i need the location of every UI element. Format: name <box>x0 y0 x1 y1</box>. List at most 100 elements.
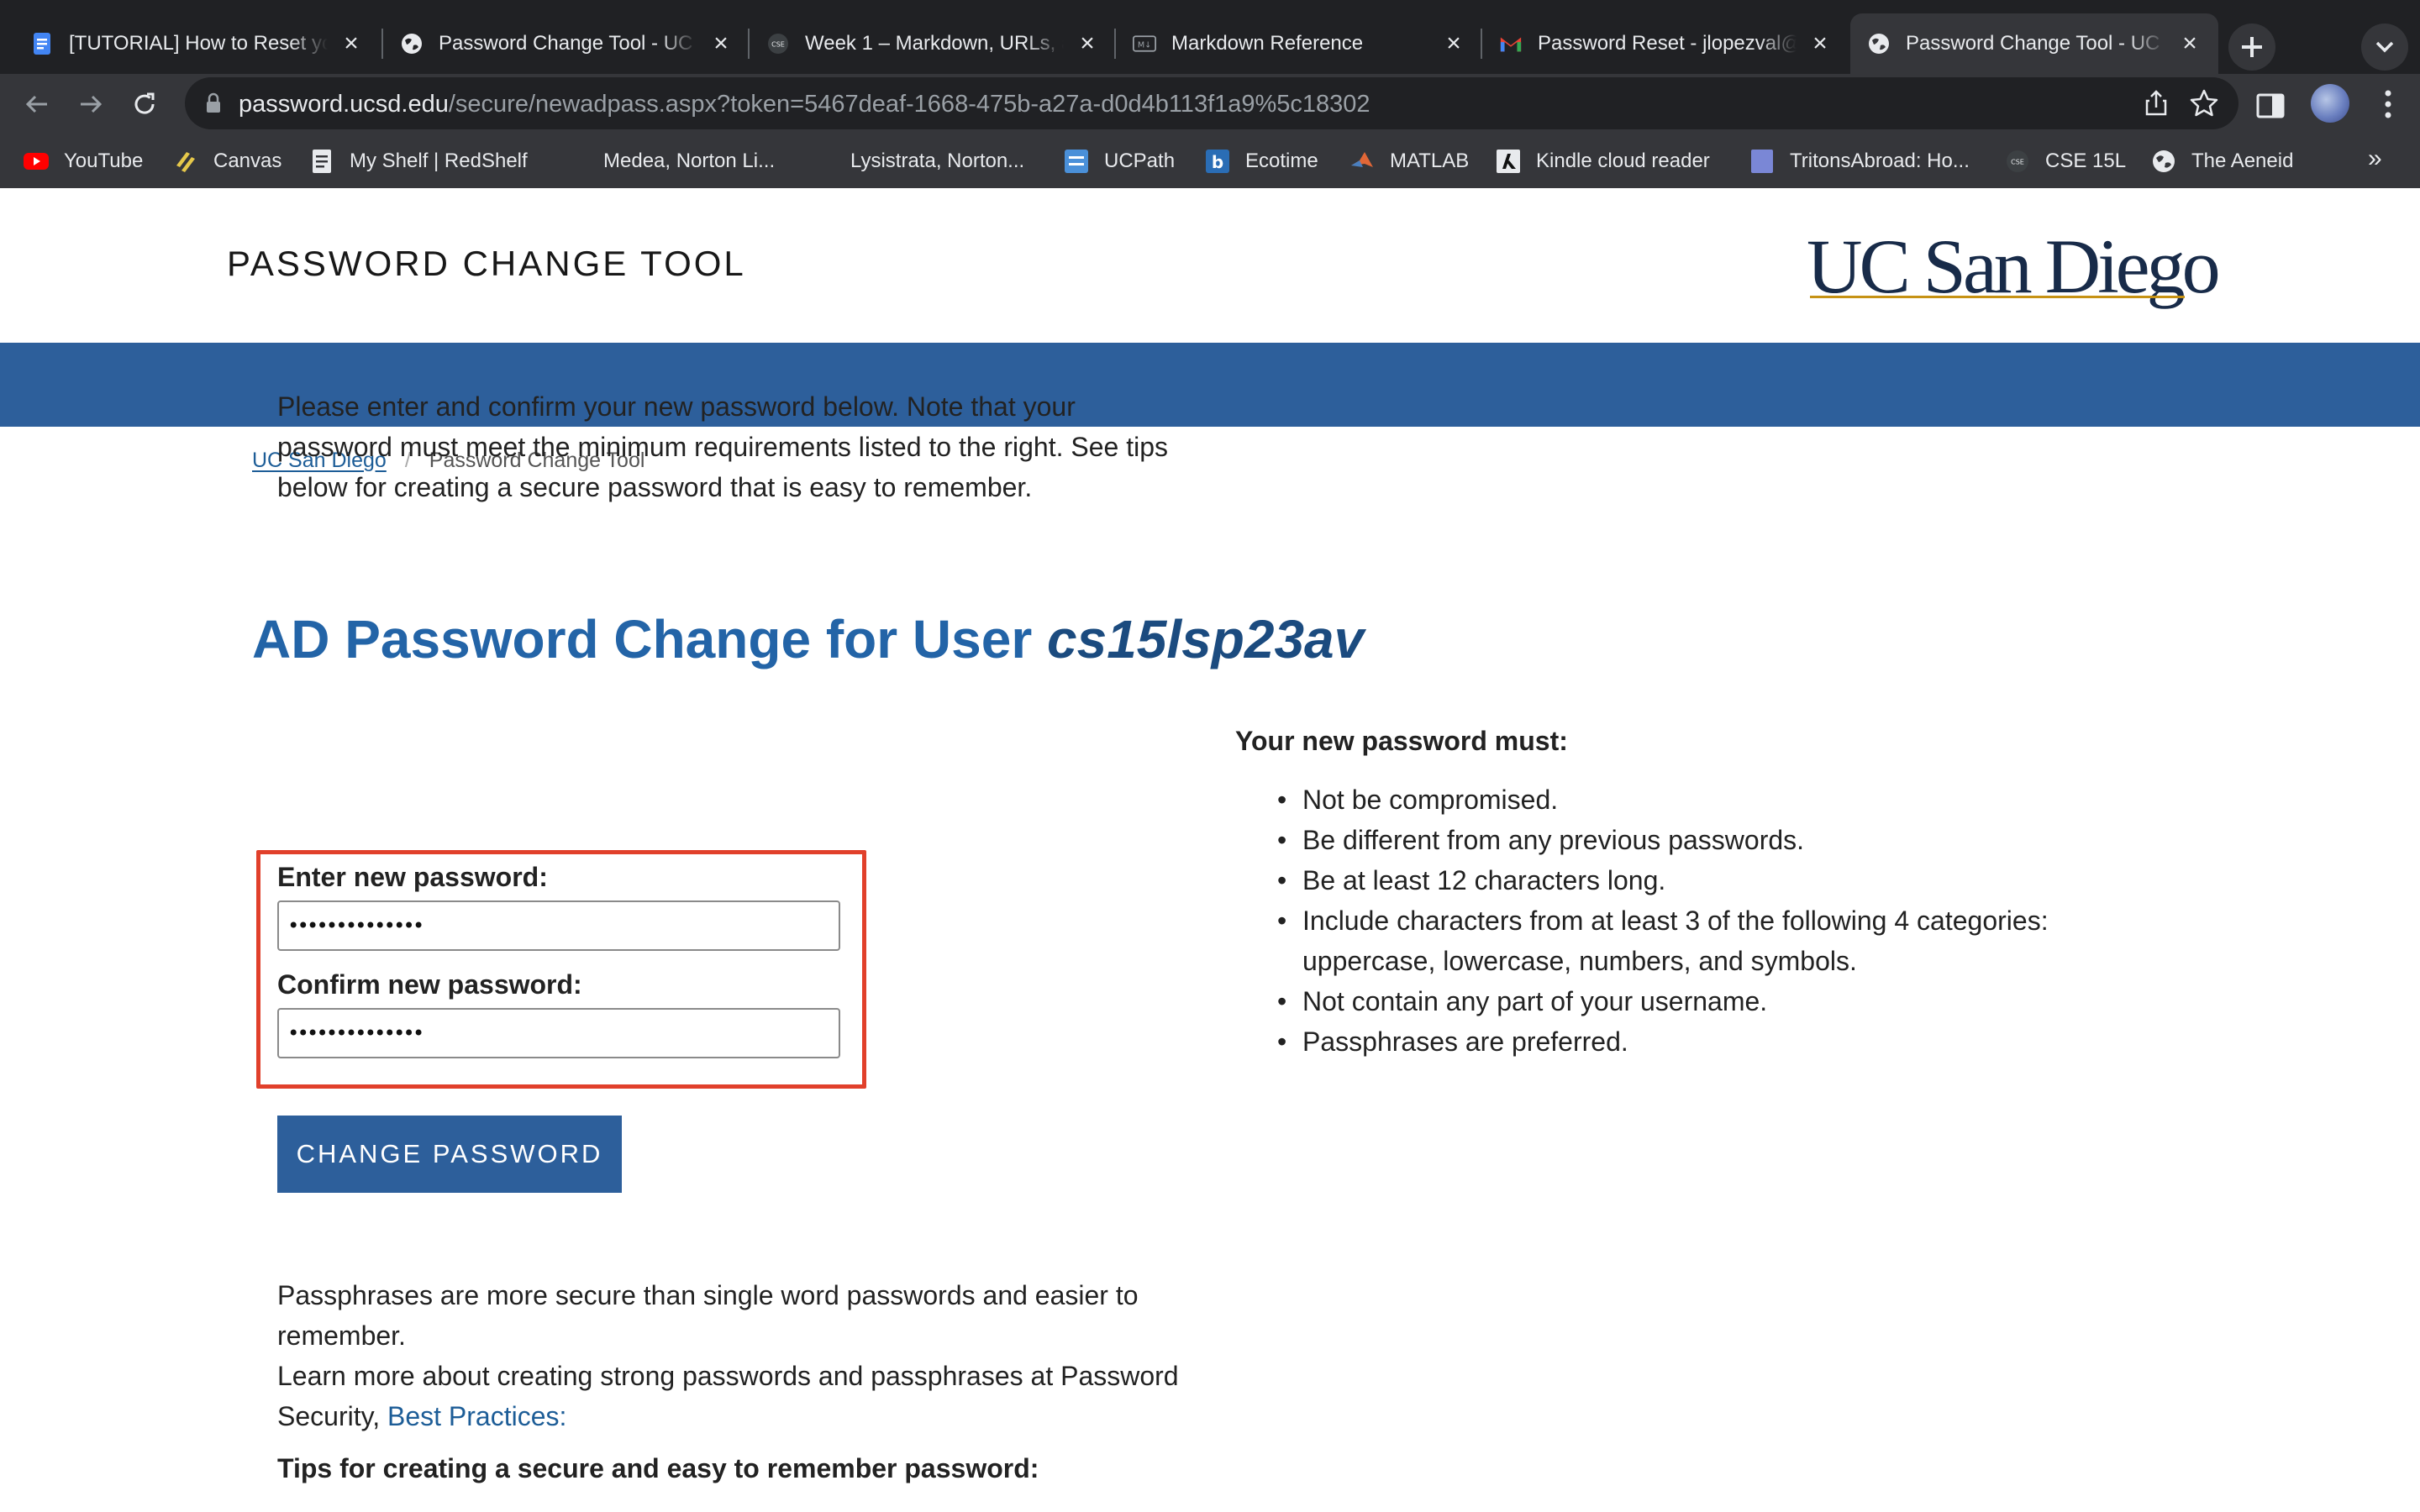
redshelf-icon <box>309 149 334 174</box>
confirm-password-input[interactable] <box>277 1008 840 1058</box>
markdown-icon: M↓ <box>1133 32 1156 55</box>
passphrase-info: Passphrases are more secure than single … <box>277 1275 1202 1436</box>
tab-password-change-tool[interactable]: Password Change Tool - UC San Diego × <box>383 13 750 74</box>
reload-button[interactable] <box>121 81 168 128</box>
intro-text: Please enter and confirm your new passwo… <box>277 391 1168 502</box>
tab-gmail-password-reset[interactable]: Password Reset - jlopezval@ucsd.edu × <box>1482 13 1849 74</box>
bookmark-youtube[interactable]: YouTube <box>24 144 143 178</box>
bookmark-ecotime[interactable]: b Ecotime <box>1205 144 1318 178</box>
back-button[interactable] <box>13 81 60 128</box>
forward-button[interactable] <box>67 81 114 128</box>
bookmark-label: My Shelf | RedShelf <box>350 150 528 172</box>
bookmark-label: TritonsAbroad: Ho... <box>1790 150 1970 172</box>
tab-title: Password Change Tool - UC San Diego <box>1906 32 2166 55</box>
close-icon[interactable]: × <box>2178 31 2202 56</box>
requirement-item: Be different from any previous passwords… <box>1235 820 2126 860</box>
ecotime-icon: b <box>1205 149 1230 174</box>
tab-title: Week 1 – Markdown, URLs, and the Web <box>805 32 1064 55</box>
svg-text:b: b <box>1212 152 1223 172</box>
svg-text:M↓: M↓ <box>1138 40 1151 50</box>
tab-strip: [TUTORIAL] How to Reset your Password × … <box>0 0 2420 74</box>
tab-title: [TUTORIAL] How to Reset your Password <box>69 32 328 55</box>
lock-icon[interactable] <box>202 92 225 115</box>
cse-icon: CSE <box>766 32 790 55</box>
blank-favicon-icon <box>810 149 835 174</box>
bookmark-kindle[interactable]: Kindle cloud reader <box>1496 144 1710 178</box>
tips-heading: Tips for creating a secure and easy to r… <box>277 1453 1039 1483</box>
globe-icon <box>2151 149 2176 174</box>
bookmark-ucpath[interactable]: UCPath <box>1064 144 1175 178</box>
tab-week1-markdown[interactable]: CSE Week 1 – Markdown, URLs, and the Web… <box>750 13 1116 74</box>
star-icon[interactable] <box>2188 87 2220 119</box>
browser-toolbar: password.ucsd.edu/secure/newadpass.aspx?… <box>0 74 2420 133</box>
close-icon[interactable]: × <box>1442 31 1465 56</box>
profile-avatar[interactable] <box>2311 84 2349 123</box>
bookmark-cse15l[interactable]: CSE CSE 15L <box>2005 144 2126 178</box>
bookmark-label: The Aeneid <box>2191 150 2294 172</box>
tab-title: Markdown Reference <box>1171 32 1364 55</box>
url-text[interactable]: password.ucsd.edu/secure/newadpass.aspx?… <box>239 91 1370 118</box>
bookmark-label: YouTube <box>64 150 144 172</box>
bookmark-redshelf[interactable]: My Shelf | RedShelf <box>309 144 528 178</box>
tab-markdown-reference[interactable]: M↓ Markdown Reference × <box>1116 13 1482 74</box>
globe-icon <box>400 32 424 55</box>
change-password-button[interactable]: CHANGE PASSWORD <box>277 1116 622 1193</box>
web-page: PASSWORD CHANGE TOOL UC San Diego UC San… <box>0 188 2420 1512</box>
passphrase-text: Passphrases are more secure than single … <box>277 1280 1139 1351</box>
tab-search-button[interactable] <box>2361 24 2408 71</box>
tab-password-change-tool-active[interactable]: Password Change Tool - UC San Diego × <box>1850 13 2218 74</box>
google-docs-icon <box>30 32 54 55</box>
kebab-menu-icon[interactable] <box>2371 86 2405 123</box>
svg-text:CSE: CSE <box>771 41 785 49</box>
cse-icon: CSE <box>2005 149 2030 174</box>
bookmark-medea[interactable]: Medea, Norton Li... <box>563 144 775 178</box>
site-title[interactable]: PASSWORD CHANGE TOOL <box>227 244 746 284</box>
ucpath-icon <box>1064 149 1089 174</box>
bookmark-label: Canvas <box>213 150 282 172</box>
bookmark-tritonsabroad[interactable]: TritonsAbroad: Ho... <box>1749 144 1970 178</box>
page-title: AD Password Change for User cs15lsp23av <box>252 608 1364 670</box>
svg-text:CSE: CSE <box>2011 159 2024 166</box>
close-icon[interactable]: × <box>1076 31 1099 56</box>
tab-title: Password Reset - jlopezval@ucsd.edu <box>1538 32 1797 55</box>
bookmark-label: Medea, Norton Li... <box>603 150 776 172</box>
arrow-right-icon <box>81 95 103 113</box>
new-password-input[interactable] <box>277 900 840 951</box>
bookmark-label: Lysistrata, Norton... <box>850 150 1025 172</box>
url-host: password.ucsd.edu <box>239 91 449 118</box>
bookmark-label: MATLAB <box>1390 150 1470 172</box>
youtube-icon <box>24 149 49 174</box>
address-bar[interactable]: password.ucsd.edu/secure/newadpass.aspx?… <box>185 77 2238 129</box>
url-path: /secure/newadpass.aspx?token=5467deaf-16… <box>448 91 1370 118</box>
plus-icon <box>2242 37 2262 57</box>
bookmark-matlab[interactable]: MATLAB <box>1349 144 1469 178</box>
close-icon[interactable]: × <box>339 31 363 56</box>
matlab-icon <box>1349 149 1375 174</box>
bookmark-canvas[interactable]: Canvas <box>173 144 281 178</box>
requirement-item: Not be compromised. <box>1235 780 2126 820</box>
requirements-list: Not be compromised. Be different from an… <box>1235 780 2126 1062</box>
requirements-title: Your new password must: <box>1235 726 1568 756</box>
bookmark-lysistrata[interactable]: Lysistrata, Norton... <box>810 144 1024 178</box>
bookmark-label: CSE 15L <box>2045 150 2127 172</box>
tritonsabroad-icon <box>1749 149 1775 174</box>
requirement-item: Be at least 12 characters long. <box>1235 860 2126 900</box>
share-icon[interactable] <box>2141 88 2171 118</box>
bookmark-label: Kindle cloud reader <box>1536 150 1710 172</box>
bookmark-aeneid[interactable]: The Aeneid <box>2151 144 2293 178</box>
site-header: PASSWORD CHANGE TOOL UC San Diego <box>0 188 2420 343</box>
globe-icon <box>1867 32 1891 55</box>
new-password-label: Enter new password: <box>277 862 548 892</box>
side-panel-icon[interactable] <box>2254 89 2287 123</box>
confirm-password-label: Confirm new password: <box>277 969 582 1000</box>
close-icon[interactable]: × <box>1808 31 1832 56</box>
browser-chrome: [TUTORIAL] How to Reset your Password × … <box>0 0 2420 188</box>
chevron-down-icon <box>2375 41 2394 53</box>
blank-favicon-icon <box>563 149 588 174</box>
best-practices-link[interactable]: Best Practices: <box>387 1401 566 1431</box>
page-title-prefix: AD Password Change for User <box>252 609 1033 669</box>
bookmarks-overflow-button[interactable]: » <box>2368 144 2382 173</box>
new-tab-button[interactable] <box>2228 24 2275 71</box>
close-icon[interactable]: × <box>709 31 733 56</box>
tab-tutorial[interactable]: [TUTORIAL] How to Reset your Password × <box>13 13 380 74</box>
